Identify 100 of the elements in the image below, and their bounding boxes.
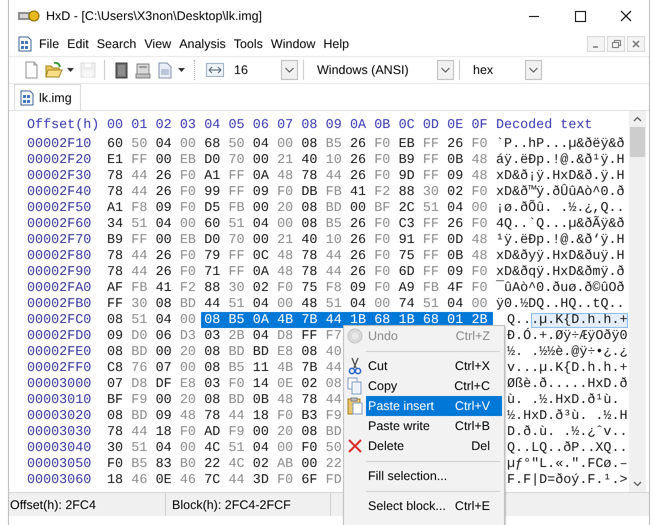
- byte-cell-text: 20: [178, 392, 197, 408]
- column-header: 00: [106, 118, 124, 133]
- byte-cell-text: 88: [203, 280, 222, 296]
- column-width-icon: [206, 63, 224, 77]
- byte-cell-text: 78: [106, 264, 124, 280]
- menu-item[interactable]: View: [140, 37, 176, 51]
- offset-cell-text: 00003030: [26, 424, 92, 440]
- dropdown-arrow-icon[interactable]: [178, 68, 185, 72]
- byte-cell-text: 75: [300, 280, 318, 296]
- menu-item[interactable]: Search: [92, 37, 140, 51]
- byte-cell-text: F0: [178, 200, 197, 216]
- close-icon[interactable]: [627, 36, 645, 52]
- menu-item[interactable]: Paste write Ctrl+B: [366, 416, 502, 436]
- menu-item[interactable]: Copy Ctrl+C: [366, 376, 502, 396]
- byte-cell-text: 1B: [348, 312, 368, 328]
- menu-item[interactable]: Window: [266, 37, 320, 51]
- byte-cell-text: 18: [154, 424, 173, 440]
- byte-cell-text: 44: [324, 312, 343, 328]
- byte-cell-text: F0: [276, 408, 294, 424]
- menu-item[interactable]: Analysis: [175, 37, 230, 51]
- restore-icon[interactable]: [607, 36, 625, 52]
- menu-item[interactable]: Delete Del: [366, 436, 502, 456]
- byte-cell-text: 50: [324, 440, 343, 456]
- byte-cell-text: 18: [252, 408, 270, 424]
- byte-cell-text: 68: [422, 312, 440, 328]
- menu-item[interactable]: Select block... Ctrl+E: [366, 496, 502, 516]
- decoded-text: F.F|D=ðoý.F.¹.>: [507, 472, 628, 488]
- byte-cell-text: FF: [130, 232, 148, 248]
- menu-item[interactable]: File: [35, 37, 64, 51]
- byte-cell-text: 00: [276, 440, 294, 456]
- byte-cell-text: 75: [398, 248, 416, 264]
- menu-item[interactable]: Cut Ctrl+X: [366, 356, 502, 376]
- offset-cell-text: 00002FD0: [26, 328, 92, 344]
- menu-item[interactable]: Tools: [230, 37, 267, 51]
- byte-cell-text: 03: [203, 328, 222, 344]
- byte-cell-text: C3: [398, 216, 416, 232]
- toolbar-button[interactable]: [43, 61, 77, 79]
- byte-cell-text: 07: [106, 376, 124, 392]
- byte-cell-text: 08: [203, 360, 222, 376]
- byte-cell-text: F8: [324, 280, 343, 296]
- byte-cell-text: F7: [324, 328, 343, 344]
- byte-cell-text: 83: [154, 456, 173, 472]
- offset-cell-text: 00003010: [26, 392, 92, 408]
- byte-cell-text: 08: [300, 136, 318, 152]
- byte-cell-text: 10: [324, 152, 343, 168]
- byte-cell-text: 08: [203, 344, 222, 360]
- byte-cell-text: 02: [446, 184, 464, 200]
- byte-cell-text: 40: [324, 344, 343, 360]
- byte-cell-text: 00: [178, 312, 197, 328]
- byte-cell-text: 48: [470, 248, 489, 264]
- file-tab[interactable]: lk.img: [14, 84, 81, 110]
- scrollbar[interactable]: [629, 111, 646, 492]
- menu-item[interactable]: Edit: [63, 37, 93, 51]
- dropdown-field[interactable]: Windows (ANSI): [313, 59, 454, 81]
- byte-cell-text: B3: [300, 408, 318, 424]
- byte-cell-text: B5: [324, 136, 343, 152]
- dropdown-arrow-icon[interactable]: [67, 68, 74, 72]
- byte-cell-text: 00: [300, 456, 318, 472]
- offset-cell-text: 00002F60: [26, 216, 92, 232]
- byte-cell-text: F0: [178, 184, 197, 200]
- byte-cell-text: FB: [227, 200, 246, 216]
- decoded-text: v...µ.K{D.h.h.+: [507, 360, 628, 376]
- byte-cell-text: 26: [348, 136, 368, 152]
- byte-cell-text: 00: [276, 216, 294, 232]
- byte-cell-text: BD: [324, 424, 343, 440]
- byte-cell-text: F0: [178, 424, 197, 440]
- menu-item[interactable]: Help: [319, 37, 354, 51]
- clipboard-icon: [347, 397, 363, 415]
- status-text: Offset(h): 2FC4: [9, 493, 166, 516]
- offset-cell-text: 00003040: [26, 440, 92, 456]
- byte-cell-text: 41: [348, 184, 368, 200]
- byte-cell-text: F2: [178, 280, 197, 296]
- byte-cell-text: 51: [227, 440, 246, 456]
- menu-item[interactable]: Fill selection...: [366, 466, 502, 486]
- byte-cell-text: F8: [130, 200, 148, 216]
- byte-cell-text: 00: [154, 152, 173, 168]
- byte-cell-text: FB: [324, 184, 343, 200]
- byte-cell-text: FB: [422, 280, 440, 296]
- byte-cell-text: 21: [276, 232, 294, 248]
- scroll-thumb[interactable]: [630, 127, 645, 157]
- byte-cell-text: 26: [154, 168, 173, 184]
- menu-item[interactable]: Paste insert Ctrl+V: [366, 396, 502, 416]
- byte-cell-text: 09: [154, 408, 173, 424]
- byte-cell-text: 08: [106, 344, 124, 360]
- byte-cell-text: F0: [373, 152, 392, 168]
- byte-cell-text: F0: [276, 280, 294, 296]
- byte-cell-text: 00: [252, 424, 270, 440]
- dropdown-field[interactable]: hex: [469, 59, 542, 81]
- byte-cell-text: 14: [252, 376, 270, 392]
- column-header: Offset(h): [26, 118, 100, 133]
- column-header: 07: [276, 118, 294, 133]
- byte-cell-text: 78: [300, 392, 318, 408]
- byte-cell-text: 48: [276, 264, 294, 280]
- byte-cell-text: F0: [373, 280, 392, 296]
- byte-cell-text: 48: [276, 248, 294, 264]
- byte-cell-text: 60: [203, 216, 222, 232]
- open-folder-icon[interactable]: [45, 61, 63, 79]
- byte-cell-text: 00: [252, 200, 270, 216]
- dropdown-field[interactable]: 16: [230, 59, 298, 81]
- byte-cell-text: FF: [422, 264, 440, 280]
